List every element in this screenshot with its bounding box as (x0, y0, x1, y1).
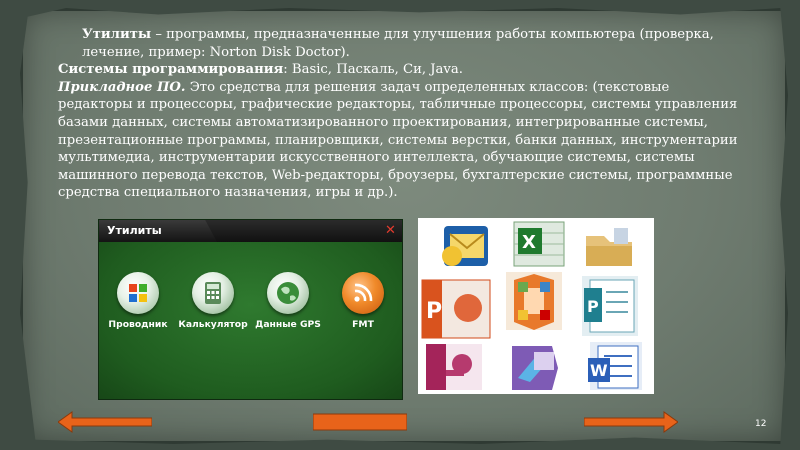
svg-text:P: P (426, 299, 442, 324)
access-icon (426, 344, 482, 390)
close-icon[interactable]: ✕ (383, 223, 398, 238)
home-button[interactable] (312, 412, 408, 436)
globe-icon (267, 272, 309, 314)
windows-logo-icon (117, 272, 159, 314)
rss-icon (342, 272, 384, 314)
term-applied-software: Прикладное ПО. (58, 79, 186, 95)
svg-text:W: W (590, 361, 608, 380)
excel-icon: X (513, 221, 565, 267)
left-arrow-icon (57, 411, 153, 433)
office-icons-image: X P P W (418, 218, 654, 394)
utilities-title: Утилиты (107, 224, 162, 237)
paragraph-programming-systems: Системы программирования: Basic, Паскаль… (58, 61, 748, 79)
powerpoint-icon: P (421, 279, 491, 339)
utilities-window: Утилиты ✕ Проводник Калькулятор Данные G… (98, 219, 403, 400)
app-fmt[interactable]: FMT (326, 272, 400, 330)
publisher-icon: P (582, 276, 638, 336)
calculator-icon (192, 272, 234, 314)
utilities-header: Утилиты ✕ (99, 220, 402, 242)
programming-systems-description: : Basic, Паскаль, Си, Java. (283, 62, 463, 78)
paragraph-applied-software: Прикладное ПО. Это средства для решения … (58, 79, 748, 202)
utilities-description: – программы, предназначенные для улучшен… (82, 27, 714, 60)
folder-icon (586, 228, 632, 266)
app-label-gps: Данные GPS (255, 319, 321, 330)
utilities-body: Проводник Калькулятор Данные GPS FMT (99, 242, 402, 399)
back-button[interactable] (57, 410, 153, 438)
slide-text: Утилиты – программы, предназначенные для… (58, 26, 748, 202)
paragraph-utilities: Утилиты – программы, предназначенные для… (58, 26, 748, 61)
word-icon: W (588, 342, 642, 390)
app-calculator[interactable]: Калькулятор (176, 272, 250, 330)
app-explorer[interactable]: Проводник (101, 272, 175, 330)
rectangle-icon (312, 413, 408, 431)
applied-software-description: Это средства для решения задач определен… (58, 79, 738, 201)
outlook-icon (442, 226, 488, 266)
office-logo-icon (506, 272, 562, 330)
infopath-icon (512, 346, 558, 390)
term-utilities: Утилиты (82, 27, 152, 42)
app-label-calculator: Калькулятор (178, 319, 248, 330)
slide-number: 12 (755, 419, 767, 429)
right-arrow-icon (583, 411, 679, 433)
svg-text:P: P (587, 297, 599, 316)
app-label-fmt: FMT (352, 319, 374, 330)
forward-button[interactable] (583, 410, 679, 438)
app-label-explorer: Проводник (108, 319, 168, 330)
app-gps[interactable]: Данные GPS (251, 272, 325, 330)
svg-text:X: X (522, 232, 536, 253)
term-programming-systems: Системы программирования (58, 62, 284, 78)
